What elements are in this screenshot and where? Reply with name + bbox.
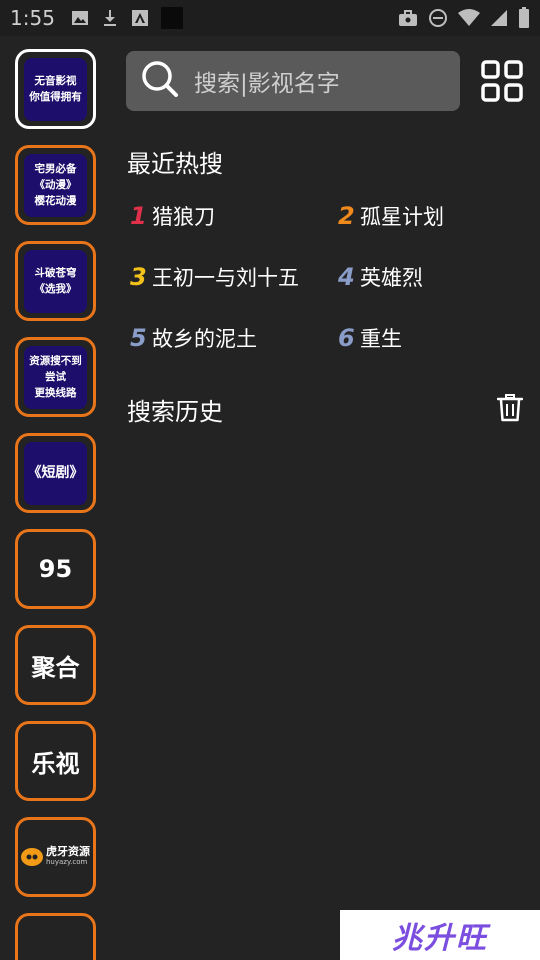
status-right-icons [398,7,530,29]
wifi-icon [458,9,480,27]
hot-name: 重生 [360,327,402,351]
download-icon [101,9,119,27]
status-left-icons [71,7,183,29]
hot-rank: 5 [130,324,147,352]
hot-search-item-1[interactable]: 1 猎狼刀 [130,201,215,231]
hot-search-item-3[interactable]: 3 王初一与刘十五 [130,262,299,292]
hot-rank: 6 [338,324,355,352]
hot-search-item-6[interactable]: 6 重生 [338,323,402,353]
signal-icon [490,9,508,27]
huya-label: 虎牙资源 [46,845,90,858]
sidebar-item-label: 95 [38,555,73,583]
grid-icon [480,60,524,107]
sidebar-item-doupo[interactable]: 斗破苍穹 《选我》 [15,241,96,321]
huya-logo: 虎牙资源 huyazy.com [21,846,90,868]
hot-name: 故乡的泥土 [152,327,257,351]
square-icon [160,7,183,29]
sidebar-item-huya[interactable]: 虎牙资源 huyazy.com [15,817,96,897]
grid-view-button[interactable] [480,59,524,103]
sidebar-item-anime[interactable]: 宅男必备 《动漫》 樱花动漫 [15,145,96,225]
hot-search-title: 最近热搜 [127,150,223,178]
hot-rank: 3 [130,263,147,291]
source-sidebar: 无音影视 你值得拥有 宅男必备 《动漫》 樱花动漫 斗破苍穹 《选我》 资源搜不… [0,36,112,960]
briefcase-icon [398,9,418,27]
sidebar-item-label: 乐视 [31,749,80,778]
sidebar-item-label: 宅男必备 《动漫》 樱花动漫 [24,153,87,217]
image-icon [71,9,89,27]
hot-search-item-2[interactable]: 2 孤星计划 [338,201,444,231]
text-a-icon [131,9,149,27]
sidebar-item-short-drama[interactable]: 《短剧》 [15,433,96,513]
hot-name: 猎狼刀 [152,205,215,229]
watermark-text: 兆升旺 [392,921,488,956]
sidebar-item-label: 聚合 [31,653,80,682]
hot-search-item-5[interactable]: 5 故乡的泥土 [130,323,257,353]
trash-icon [496,394,524,426]
status-time: 1:55 [10,6,55,30]
sidebar-item-label: 斗破苍穹 《选我》 [24,249,87,313]
clear-history-button[interactable] [496,394,524,422]
hot-rank: 2 [338,202,355,230]
hot-rank: 4 [338,263,355,291]
huya-logo-icon [21,848,43,866]
status-bar: 1:55 [0,0,540,36]
sidebar-item-leshi[interactable]: 乐视 [15,721,96,801]
search-placeholder: 搜索|影视名字 [194,71,340,97]
hot-rank: 1 [130,202,147,230]
search-icon [140,59,180,103]
hot-name: 孤星计划 [360,205,444,229]
hot-name: 王初一与刘十五 [152,266,299,290]
huya-sublabel: huyazy.com [46,858,88,866]
sidebar-item-label: 无音影视 你值得拥有 [24,57,87,121]
sidebar-item-switch-line[interactable]: 资源搜不到 尝试 更换线路 [15,337,96,417]
sidebar-item-95[interactable]: 95 [15,529,96,609]
sidebar-item-label: 《短剧》 [24,441,87,505]
sidebar-item-partial[interactable] [15,913,96,960]
sidebar-item-wuyin[interactable]: 无音影视 你值得拥有 [15,49,96,129]
sidebar-item-label: 资源搜不到 尝试 更换线路 [24,345,87,409]
sidebar-item-juhe[interactable]: 聚合 [15,625,96,705]
battery-icon [518,7,530,29]
history-title: 搜索历史 [127,398,223,426]
hot-search-item-4[interactable]: 4 英雄烈 [338,262,423,292]
watermark: 兆升旺 [340,910,540,960]
minus-circle-icon [428,8,448,28]
search-input[interactable]: 搜索|影视名字 [126,51,460,111]
hot-name: 英雄烈 [360,266,423,290]
